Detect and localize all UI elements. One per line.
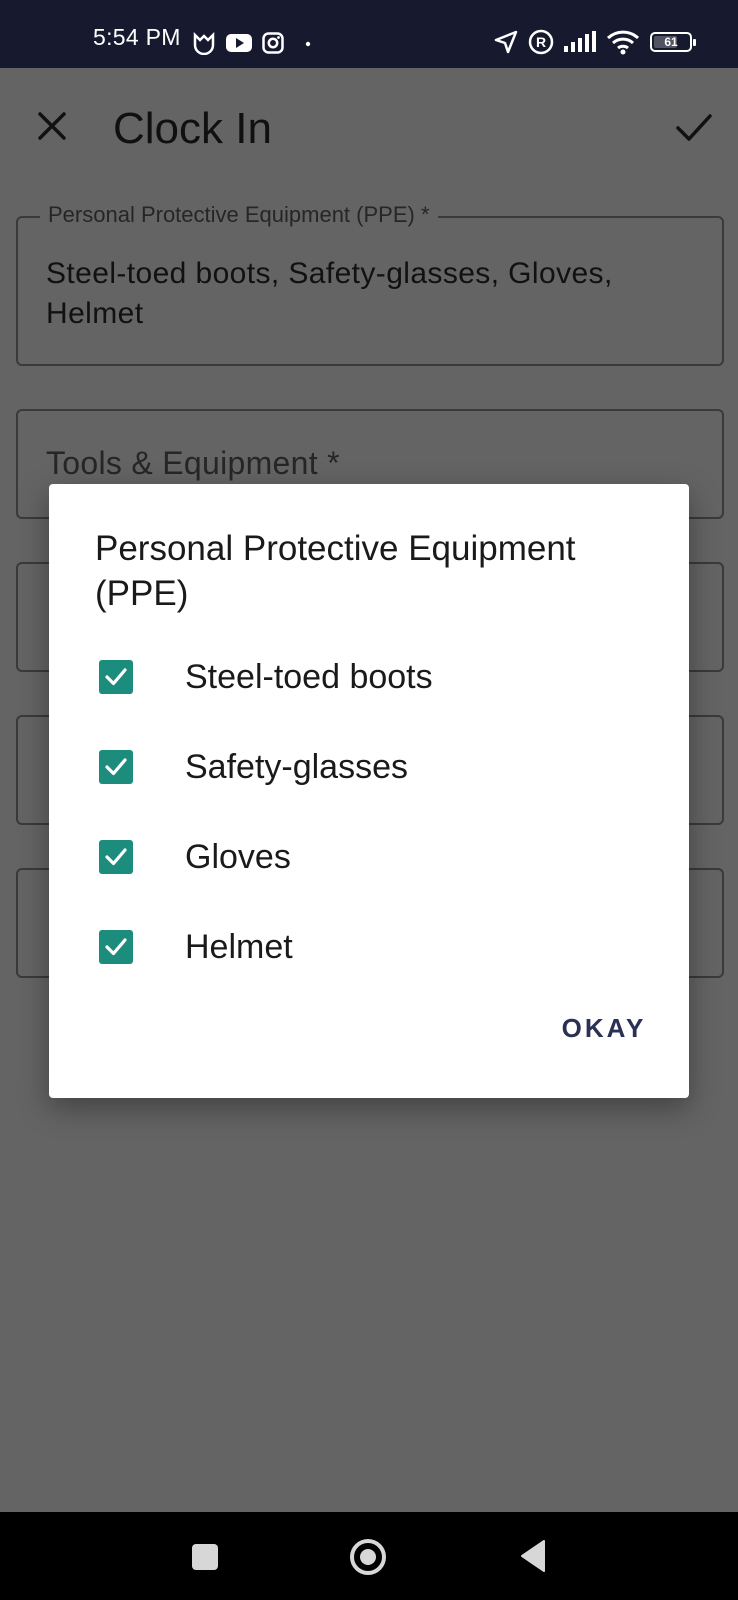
- ppe-field-value: Steel-toed boots, Safety-glasses, Gloves…: [46, 257, 613, 330]
- battery-level-text: 61: [664, 35, 678, 49]
- ppe-field-label: Personal Protective Equipment (PPE) *: [40, 202, 438, 228]
- checkbox-checked[interactable]: [99, 930, 133, 964]
- signal-icon: [564, 31, 596, 52]
- status-time: 5:54 PM: [93, 24, 181, 50]
- battery-icon: 61: [650, 32, 696, 52]
- recents-icon[interactable]: [192, 1544, 218, 1570]
- status-system-icons: R 61: [494, 26, 696, 58]
- tools-equipment-placeholder: Tools & Equipment *: [46, 445, 340, 481]
- close-icon[interactable]: [34, 108, 70, 144]
- youtube-icon: [226, 34, 252, 52]
- option-safety-glasses[interactable]: Safety-glasses: [49, 724, 689, 812]
- check-icon[interactable]: [674, 110, 714, 146]
- page-title: Clock In: [113, 104, 272, 153]
- system-nav-bar: [0, 1512, 738, 1600]
- option-label: Helmet: [185, 928, 293, 966]
- status-bar: 5:54 PM R 61: [0, 0, 738, 68]
- checkbox-checked[interactable]: [99, 660, 133, 694]
- location-arrow-icon: [494, 30, 518, 54]
- dot-icon: [305, 41, 311, 47]
- option-label: Gloves: [185, 838, 291, 876]
- instagram-icon: [262, 32, 284, 54]
- svg-text:R: R: [536, 34, 546, 50]
- checkmark-icon: [105, 938, 127, 956]
- checkmark-icon: [105, 848, 127, 866]
- option-steel-toed-boots[interactable]: Steel-toed boots: [49, 634, 689, 722]
- checkmark-icon: [105, 758, 127, 776]
- dialog-title: Personal Protective Equipment (PPE): [95, 529, 576, 613]
- mi-icon: [193, 31, 215, 55]
- ppe-field[interactable]: Personal Protective Equipment (PPE) * St…: [16, 202, 724, 366]
- home-icon[interactable]: [349, 1538, 387, 1576]
- ppe-dialog: Personal Protective Equipment (PPE) Stee…: [49, 484, 689, 1098]
- option-helmet[interactable]: Helmet: [49, 904, 689, 992]
- checkbox-checked[interactable]: [99, 840, 133, 874]
- app-bar: [0, 68, 738, 188]
- registered-icon: R: [528, 29, 554, 55]
- back-icon[interactable]: [518, 1538, 548, 1574]
- option-label: Safety-glasses: [185, 748, 408, 786]
- status-notification-icons: [192, 28, 314, 58]
- option-gloves[interactable]: Gloves: [49, 814, 689, 902]
- wifi-icon: [606, 30, 640, 55]
- checkbox-checked[interactable]: [99, 750, 133, 784]
- checkmark-icon: [105, 668, 127, 686]
- option-label: Steel-toed boots: [185, 658, 433, 696]
- okay-button[interactable]: OKAY: [549, 1004, 659, 1052]
